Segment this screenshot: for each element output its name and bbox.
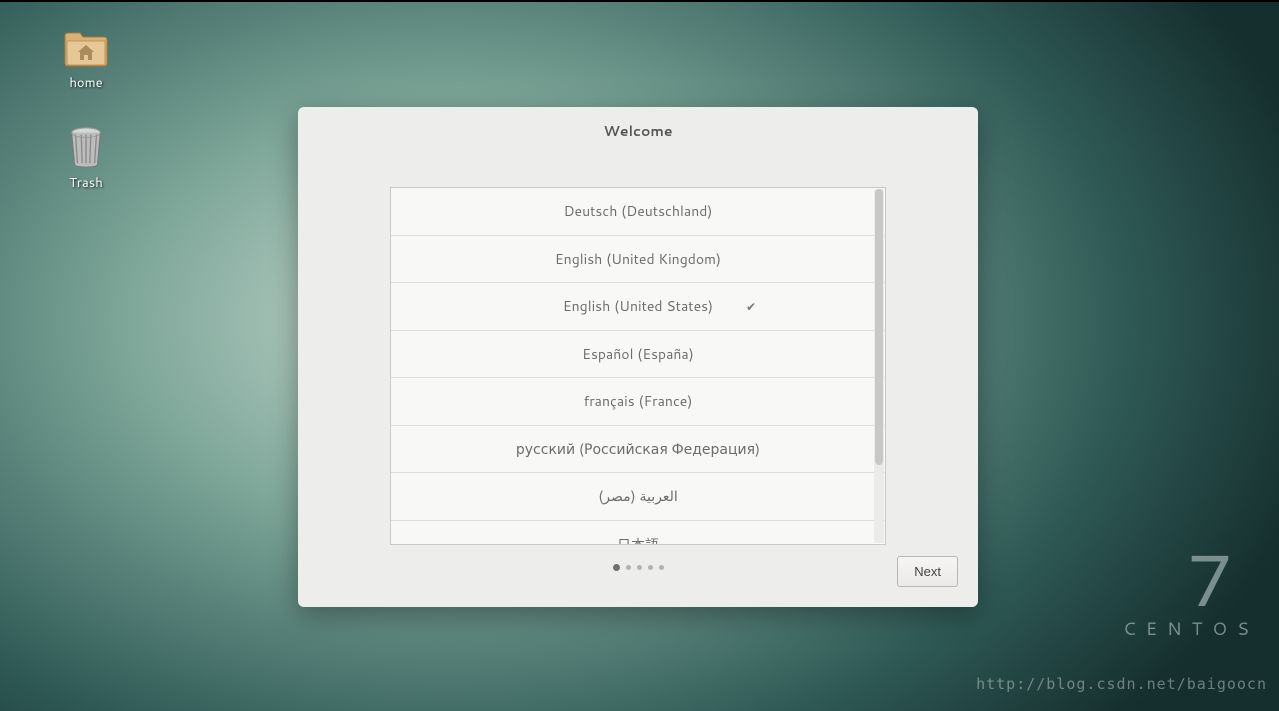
os-version: 7 <box>1123 545 1259 613</box>
pager-dots <box>613 564 664 571</box>
desktop-icon-home[interactable]: home <box>46 26 126 92</box>
menu-bar[interactable] <box>0 0 1279 2</box>
language-option[interactable]: Español (España) <box>391 331 885 379</box>
dialog-footer: Next <box>318 545 958 591</box>
language-label: English (United Kingdom) <box>555 249 721 269</box>
language-label: français (France) <box>584 391 693 411</box>
language-option[interactable]: 日本語 <box>391 521 885 545</box>
desktop-icon-label: Trash <box>69 174 103 192</box>
desktop-icon-trash[interactable]: Trash <box>46 126 126 192</box>
language-label: العربية (مصر) <box>598 486 678 506</box>
language-list[interactable]: Deutsch (Deutschland) English (United Ki… <box>390 187 886 545</box>
dialog-title: Welcome <box>318 121 958 155</box>
language-option[interactable]: Deutsch (Deutschland) <box>391 188 885 236</box>
check-icon: ✔ <box>746 298 756 315</box>
language-label: 日本語 <box>617 535 659 545</box>
os-name: CENTOS <box>1123 615 1259 641</box>
language-label: русский (Российская Федерация) <box>516 439 760 459</box>
next-button[interactable]: Next <box>897 556 958 587</box>
language-label: Deutsch (Deutschland) <box>564 201 713 221</box>
os-branding: 7 CENTOS <box>1123 545 1259 641</box>
language-option-selected[interactable]: English (United States) ✔ <box>391 283 885 331</box>
language-label: Español (España) <box>582 344 694 364</box>
pager-dot[interactable] <box>626 565 631 570</box>
watermark-text: http://blog.csdn.net/baigoocn <box>976 675 1267 693</box>
home-folder-icon <box>63 26 109 68</box>
scrollbar-thumb[interactable] <box>875 189 883 465</box>
language-option[interactable]: English (United Kingdom) <box>391 236 885 284</box>
pager-dot[interactable] <box>648 565 653 570</box>
scrollbar[interactable] <box>874 189 884 543</box>
desktop-icon-label: home <box>69 74 102 92</box>
welcome-dialog: Welcome Deutsch (Deutschland) English (U… <box>298 107 978 607</box>
trash-icon <box>63 126 109 168</box>
pager-dot[interactable] <box>637 565 642 570</box>
pager-dot[interactable] <box>659 565 664 570</box>
pager-dot[interactable] <box>613 564 620 571</box>
language-option[interactable]: العربية (مصر) <box>391 473 885 521</box>
language-label: English (United States) <box>563 296 713 316</box>
language-option[interactable]: français (France) <box>391 378 885 426</box>
language-option[interactable]: русский (Российская Федерация) <box>391 426 885 474</box>
